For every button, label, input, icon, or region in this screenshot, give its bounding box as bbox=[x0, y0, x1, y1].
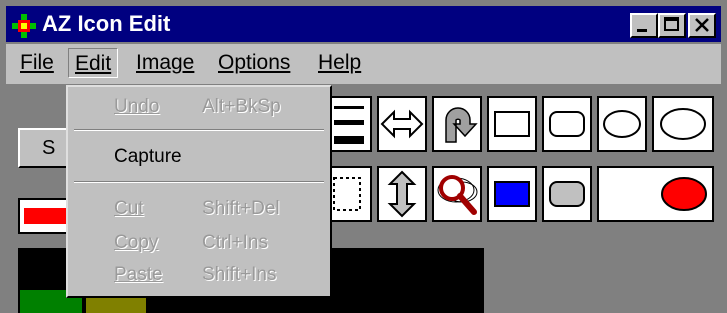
menu-help[interactable]: Help bbox=[312, 48, 367, 78]
menu-help-label: Help bbox=[318, 51, 362, 74]
paste-shortcut: Shift+Ins bbox=[202, 264, 277, 285]
copy-label: Copy bbox=[114, 232, 159, 253]
menu-options-label: Options bbox=[218, 51, 291, 74]
app-icon bbox=[12, 14, 36, 38]
tool-filled-rounded-rectangle[interactable] bbox=[542, 166, 592, 222]
tool-rounded-rectangle[interactable] bbox=[542, 96, 592, 152]
copy-shortcut: Ctrl+Ins bbox=[202, 232, 268, 253]
menu-bar: File Edit Image Options Help bbox=[6, 44, 721, 84]
rotate-icon bbox=[445, 107, 478, 143]
minimize-icon bbox=[637, 29, 647, 32]
filled-rectangle-icon bbox=[494, 181, 530, 207]
vertical-arrow-icon bbox=[387, 170, 417, 218]
undo-shortcut: Alt+BkSp bbox=[202, 96, 281, 117]
menu-image[interactable]: Image bbox=[130, 48, 200, 78]
filled-ellipse-icon bbox=[661, 177, 707, 211]
tool-rectangle[interactable] bbox=[487, 96, 537, 152]
tool-ellipse[interactable] bbox=[597, 96, 647, 152]
close-icon bbox=[695, 18, 709, 32]
menu-separator bbox=[74, 129, 324, 131]
tool-rotate[interactable] bbox=[432, 96, 482, 152]
window-title: AZ Icon Edit bbox=[42, 11, 171, 36]
menu-options[interactable]: Options bbox=[212, 48, 296, 78]
horizontal-arrow-icon bbox=[380, 109, 424, 139]
zoom-icon bbox=[437, 175, 478, 215]
filled-rounded-rectangle-icon bbox=[549, 181, 585, 207]
edit-menu-dropdown: Undo Alt+BkSp Capture Cut Shift+Del Copy… bbox=[66, 85, 332, 298]
title-bar[interactable]: AZ Icon Edit bbox=[6, 6, 721, 42]
tool-filled-ellipse[interactable] bbox=[597, 166, 714, 222]
undo-label: Undo bbox=[114, 96, 160, 117]
rounded-rectangle-icon bbox=[549, 111, 585, 137]
rectangle-icon bbox=[494, 111, 530, 137]
menu-file[interactable]: File bbox=[14, 48, 60, 78]
menu-file-label: File bbox=[20, 51, 54, 74]
app-window: AZ Icon Edit File Edit Image Options Hel… bbox=[0, 0, 727, 313]
close-button[interactable] bbox=[688, 13, 716, 38]
maximize-icon bbox=[664, 17, 679, 31]
red-color bbox=[24, 208, 72, 224]
ellipse-outline-icon bbox=[660, 108, 706, 140]
tool-ellipse-large[interactable] bbox=[652, 96, 714, 152]
menu-edit-label: Edit bbox=[75, 52, 112, 75]
tool-vertical-flip[interactable] bbox=[377, 166, 427, 222]
paste-label: Paste bbox=[114, 264, 163, 285]
cut-shortcut: Shift+Del bbox=[202, 198, 280, 219]
menu-separator bbox=[74, 181, 324, 183]
tool-filled-rectangle[interactable] bbox=[487, 166, 537, 222]
maximize-button[interactable] bbox=[658, 13, 686, 38]
menu-edit[interactable]: Edit bbox=[68, 48, 119, 78]
ellipse-icon bbox=[603, 110, 641, 138]
tool-zoom[interactable] bbox=[432, 166, 482, 222]
menu-image-label: Image bbox=[136, 51, 195, 74]
capture-label: Capture bbox=[114, 146, 182, 167]
side-button-label: S bbox=[42, 137, 56, 159]
cut-label: Cut bbox=[114, 198, 144, 219]
minimize-button[interactable] bbox=[630, 13, 658, 38]
tool-horizontal-flip[interactable] bbox=[377, 96, 427, 152]
